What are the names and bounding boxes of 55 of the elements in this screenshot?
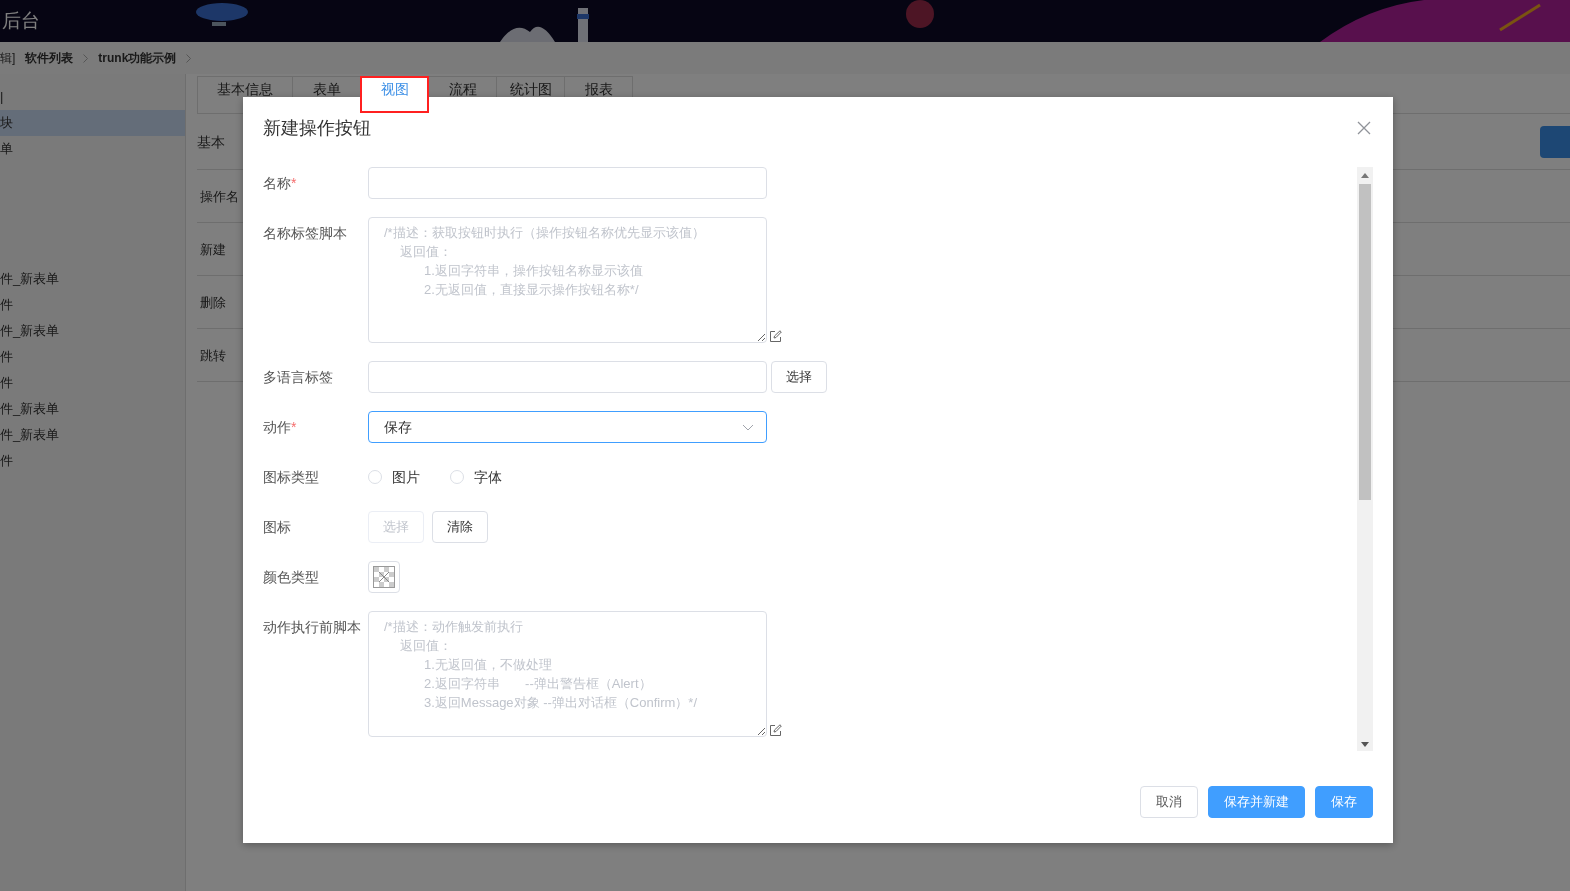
radio-option[interactable]: 图片 [368,466,420,488]
scroll-down-icon[interactable] [1361,742,1369,747]
field-label: 图标类型 [263,468,320,487]
primary-button[interactable]: 保存并新建 [1208,786,1305,818]
edit-icon[interactable] [769,330,782,343]
select-field[interactable]: 保存 [368,411,767,443]
sidebar-item[interactable]: 件_新表单 [0,266,185,292]
placeholder-line: /*描述：动作触发前执行 [384,618,524,636]
tab[interactable]: 视图 [360,76,429,113]
scrollbar[interactable] [1357,167,1373,751]
dialog-title: 新建操作按钮 [263,116,371,140]
placeholder-line: 2.返回字符串 --弹出警告框（Alert） [423,675,653,693]
color-picker[interactable] [368,561,400,593]
breadcrumb-text: 辑] [0,50,16,67]
cancel-button[interactable]: 取消 [1140,786,1198,818]
sidebar-item[interactable]: 单 [0,136,185,162]
field-label: 名称* [263,174,298,193]
checkerboard-icon [373,566,395,588]
chevron-icon [83,53,89,63]
field-label: 动作* [263,418,298,437]
primary-button[interactable]: 保存 [1315,786,1373,818]
sidebar-item[interactable]: 块 [0,110,185,136]
sidebar-item[interactable]: | [0,84,185,110]
edit-icon[interactable] [769,724,782,737]
placeholder-line: 1.无返回值，不做处理 [423,656,553,674]
section-label: 基本 [197,132,225,152]
sidebar-item[interactable]: 件 [0,292,185,318]
chevron-icon [186,53,192,63]
placeholder-line: 返回值： [399,637,453,655]
sidebar-item[interactable]: 件_新表单 [0,422,185,448]
app-title: 后台 [2,8,40,33]
sidebar-item[interactable]: 件 [0,344,185,370]
text-field[interactable] [368,167,767,199]
sidebar-item[interactable]: 件_新表单 [0,396,185,422]
field-label: 名称标签脚本 [263,224,348,243]
placeholder-line: 返回值： [399,243,453,261]
chevron-down-icon [742,423,754,431]
text-field[interactable] [368,361,767,393]
placeholder-line: /*描述：获取按钮时执行（操作按钮名称优先显示该值） [384,224,706,242]
sidebar-item[interactable]: 件 [0,370,185,396]
field-label: 颜色类型 [263,568,320,587]
icon-button[interactable]: 清除 [432,511,488,543]
placeholder-line: 2.无返回值，直接显示操作按钮名称*/ [423,281,640,299]
breadcrumb-link[interactable]: trunk功能示例 [98,49,177,67]
action-button[interactable] [1540,125,1570,158]
radio-option[interactable]: 字体 [450,466,502,488]
scroll-up-icon[interactable] [1361,173,1369,178]
sidebar-item[interactable]: 件 [0,448,185,474]
select-button[interactable]: 选择 [771,361,827,393]
close-icon[interactable] [1357,121,1371,135]
field-label: 图标 [263,518,292,537]
breadcrumb-link[interactable]: 软件列表 [25,49,74,67]
placeholder-line: 3.返回Message对象 --弹出对话框（Confirm）*/ [423,694,699,712]
field-label: 动作执行前脚本 [263,618,362,637]
sidebar-item[interactable]: 件_新表单 [0,318,185,344]
